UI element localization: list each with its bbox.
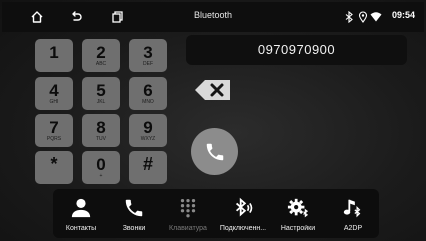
nav-label: Контакты xyxy=(65,225,97,232)
nav-calls[interactable]: Звонки xyxy=(106,189,162,238)
key-digit: 9 xyxy=(143,118,153,137)
key-digit: 7 xyxy=(49,118,59,137)
call-button[interactable] xyxy=(191,128,238,175)
key-6[interactable]: 6 MNO xyxy=(129,77,167,110)
nav-label: Настройки xyxy=(280,225,316,232)
key-letters: GHI xyxy=(49,99,59,105)
key-letters: TUV xyxy=(96,136,106,142)
wifi-icon xyxy=(370,12,382,22)
keypad-icon xyxy=(180,199,196,218)
key-3[interactable]: 3 DEF xyxy=(129,39,167,72)
music-bluetooth-icon xyxy=(343,199,361,218)
dialed-number: 0970970900 xyxy=(257,42,336,57)
key-star[interactable]: * xyxy=(35,151,73,184)
key-digit: 3 xyxy=(143,43,153,62)
key-digit: 6 xyxy=(143,81,153,100)
key-letters: MNO xyxy=(142,99,154,105)
key-9[interactable]: 9 WXYZ xyxy=(129,114,167,147)
bottom-nav: Контакты Звонки Клавиатура Подключенн...… xyxy=(53,189,379,238)
key-digit: # xyxy=(142,154,153,174)
key-letters: DEF xyxy=(143,61,153,67)
key-letters: WXYZ xyxy=(140,136,156,142)
phone-icon xyxy=(206,143,223,160)
nav-label: Подключенн... xyxy=(219,225,267,232)
settings-icon xyxy=(287,198,309,218)
bluetooth-audio-icon xyxy=(235,197,253,217)
key-digit: 2 xyxy=(96,43,106,62)
key-letters: JKL xyxy=(96,99,106,105)
nav-keypad[interactable]: Клавиатура xyxy=(160,189,216,238)
key-letters: ABC xyxy=(95,61,107,67)
key-letters: PQRS xyxy=(46,136,62,142)
nav-a2dp[interactable]: A2DP xyxy=(325,189,381,238)
key-2[interactable]: 2 ABC xyxy=(82,39,120,72)
contacts-icon xyxy=(71,198,91,218)
key-hash[interactable]: # xyxy=(129,151,167,184)
key-7[interactable]: 7 PQRS xyxy=(35,114,73,147)
nav-connected-device[interactable]: Подключенн... xyxy=(215,189,271,238)
bluetooth-status-icon xyxy=(345,11,353,23)
number-display: 0970970900 xyxy=(186,35,407,65)
key-digit: 4 xyxy=(49,81,59,100)
nav-label: Клавиатура xyxy=(169,225,207,232)
key-digit: * xyxy=(50,154,58,174)
nav-contacts[interactable]: Контакты xyxy=(53,189,109,238)
clock: 09:54 xyxy=(391,10,415,20)
nav-label: Звонки xyxy=(122,225,146,232)
location-icon xyxy=(358,11,368,23)
nav-label: A2DP xyxy=(343,225,363,232)
nav-settings[interactable]: Настройки xyxy=(270,189,326,238)
key-5[interactable]: 5 JKL xyxy=(82,77,120,110)
top-bar: Bluetooth 09:54 xyxy=(2,2,424,32)
key-0[interactable]: 0 + xyxy=(82,151,120,184)
key-digit: 8 xyxy=(96,118,106,137)
key-4[interactable]: 4 GHI xyxy=(35,77,73,110)
key-8[interactable]: 8 TUV xyxy=(82,114,120,147)
key-digit: 5 xyxy=(96,81,106,100)
key-1[interactable]: 1 xyxy=(35,39,73,72)
key-letters: + xyxy=(99,173,103,179)
key-digit: 0 xyxy=(96,155,106,174)
app-frame: Bluetooth 09:54 1 2 ABC 3 DEF 4 GHI 5 JK… xyxy=(0,0,426,241)
backspace-icon[interactable] xyxy=(194,78,232,102)
key-digit: 1 xyxy=(49,43,59,62)
calls-icon xyxy=(125,199,143,217)
